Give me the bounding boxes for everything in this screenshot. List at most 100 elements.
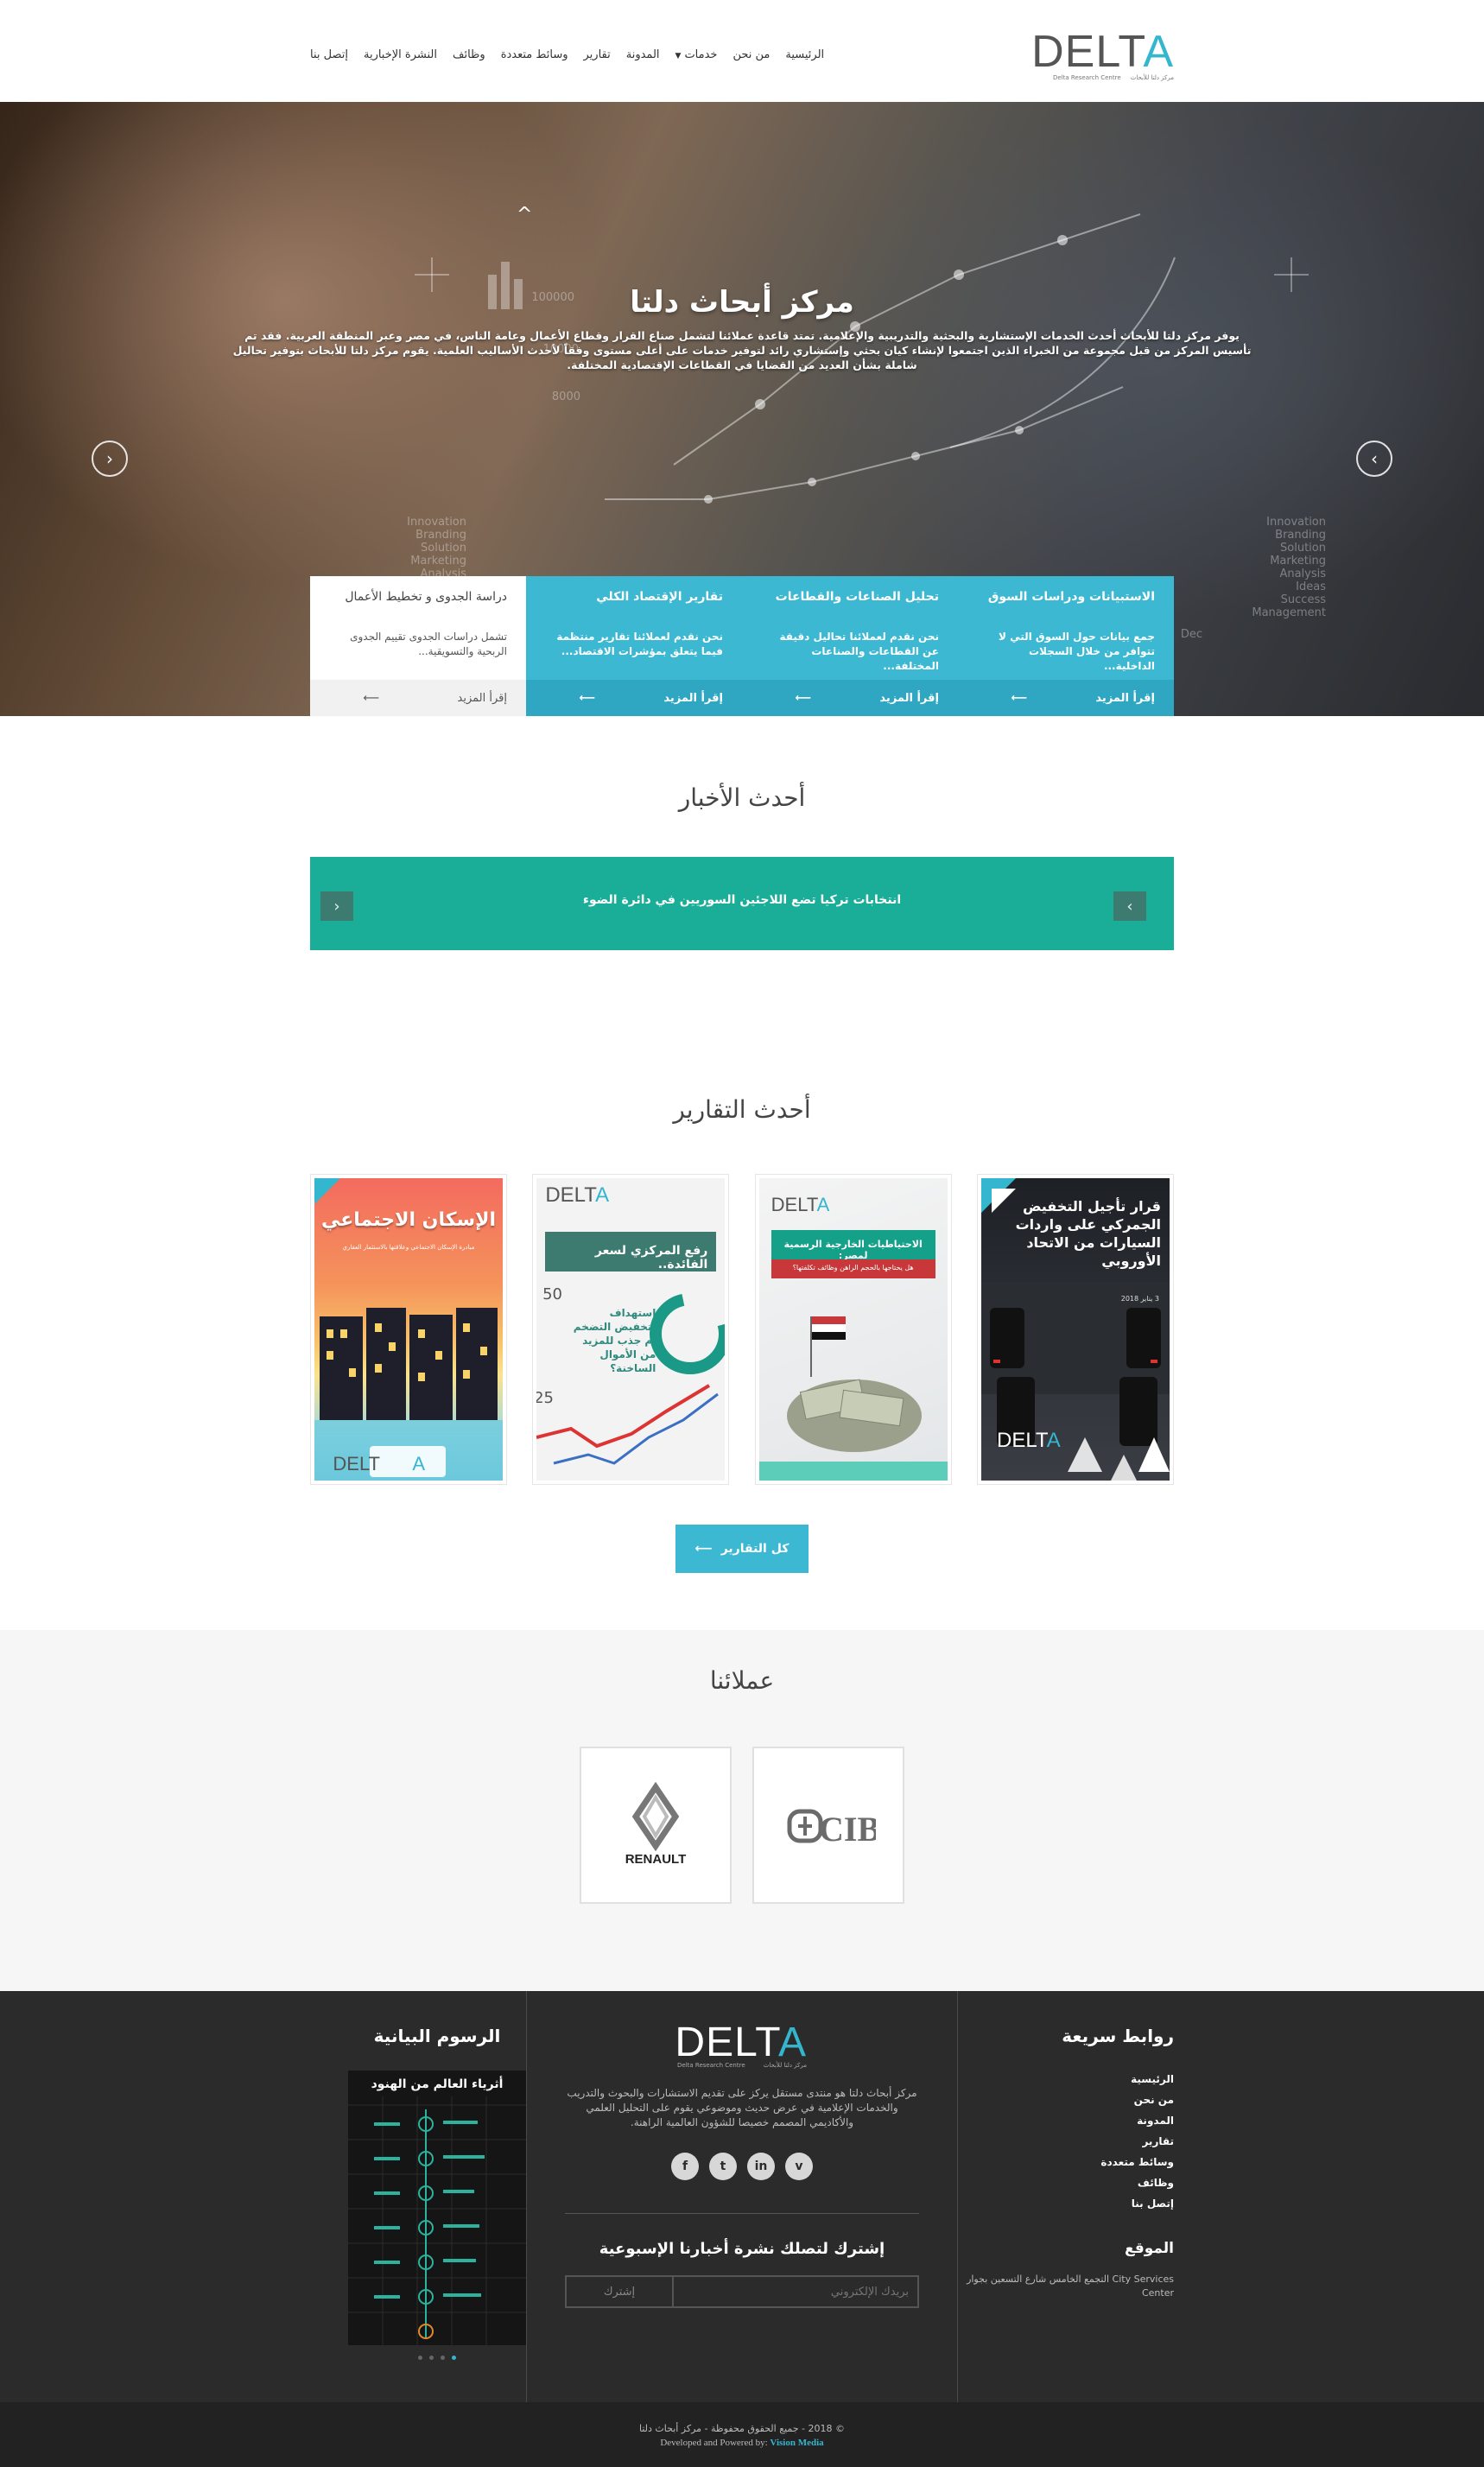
footer-about-text: مركز أبحاث دلتا هو منتدى مستقل يركز على … <box>567 2087 917 2128</box>
chevron-up-icon: ^ <box>517 204 533 225</box>
nav-reports[interactable]: تقارير <box>584 48 611 61</box>
arrow-left-icon: ⟵ <box>579 691 595 705</box>
news-headline[interactable]: انتخابات تركيا تضع اللاجئين السوريين في … <box>310 893 1174 907</box>
powered-by: Developed and Powered by: Vision Media <box>660 2438 824 2448</box>
renault-logo-icon: RENAULT <box>625 1782 687 1867</box>
chevron-down-icon: ▼ <box>675 52 682 60</box>
quick-link[interactable]: وظائف <box>958 2172 1174 2193</box>
nav-multimedia[interactable]: وسائط متعددة <box>501 48 568 61</box>
client-logo-cib[interactable]: CIB <box>752 1747 904 1904</box>
svg-text:Innovation: Innovation <box>1266 516 1326 529</box>
slider-prev-button[interactable]: ‹ <box>92 441 128 477</box>
read-more-button[interactable]: إقرأ المزيد ⟵ <box>310 680 526 716</box>
email-field[interactable] <box>672 2275 919 2308</box>
quick-links-list: الرئيسية من نحن المدونة تقارير وسائط متع… <box>958 2069 1174 2214</box>
vimeo-icon[interactable]: v <box>785 2153 813 2180</box>
svg-text:50: 50 <box>542 1285 562 1303</box>
logo-wordmark: DELTA <box>1031 27 1174 77</box>
svg-text:Success: Success <box>1281 593 1327 606</box>
svg-text:Innovation: Innovation <box>407 516 466 529</box>
newsletter-title: إشترك لتصلك نشرة أخبارنا الإسبوعية <box>599 2240 885 2258</box>
location-address: التجمع الخامس شارع التسعين بجوار City Se… <box>967 2274 1174 2299</box>
carousel-dot[interactable] <box>429 2356 434 2360</box>
svg-text:8000: 8000 <box>552 390 580 403</box>
carousel-dot[interactable] <box>452 2356 456 2360</box>
read-more-button[interactable]: إقرأ المزيد ⟵ <box>958 680 1174 716</box>
hero-slider: Innovation Branding Solution Marketing Anal… <box>0 102 1484 716</box>
subscribe-button[interactable]: إشترك <box>565 2275 672 2308</box>
nav-newsletter[interactable]: النشرة الإخبارية <box>364 48 437 61</box>
site-header: DELTA Delta Research Centre مركز دلتا لل… <box>0 0 1484 102</box>
quick-link[interactable]: وسائط متعددة <box>958 2152 1174 2172</box>
ticker-prev-button[interactable]: ‹ <box>320 891 353 921</box>
report-cover: DELTA رفع المركزي لسعر الفائدة.. استهداف… <box>536 1178 726 1481</box>
client-logo-renault[interactable]: RENAULT <box>580 1747 732 1904</box>
quick-link[interactable]: الرئيسية <box>958 2069 1174 2090</box>
twitter-icon[interactable]: t <box>709 2153 737 2180</box>
infographics-title: الرسوم البيانية <box>373 2026 501 2046</box>
read-more-button[interactable]: إقرأ المزيد ⟵ <box>526 680 742 716</box>
report-cover-graphic: DELT A <box>314 1178 504 1481</box>
quick-link[interactable]: من نحن <box>958 2090 1174 2110</box>
infographic-image[interactable]: أثرياء العالم من الهنود <box>348 2071 526 2345</box>
svg-text:Dec: Dec <box>1181 628 1202 641</box>
nav-contact[interactable]: إتصل بنا <box>310 48 348 61</box>
slider-next-button[interactable]: › <box>1356 441 1392 477</box>
report-cover-graphic <box>758 1316 948 1481</box>
quick-link[interactable]: إتصل بنا <box>958 2193 1174 2214</box>
read-more-button[interactable]: إقرأ المزيد ⟵ <box>742 680 958 716</box>
svg-text:Solution: Solution <box>421 542 466 555</box>
nav-home[interactable]: الرئيسية <box>785 48 824 61</box>
facebook-icon[interactable]: f <box>671 2153 699 2180</box>
report-date: 3 يناير 2018 <box>1120 1295 1159 1303</box>
carousel-dot[interactable] <box>441 2356 445 2360</box>
quick-links-column: روابط سريعة الرئيسية من نحن المدونة تقار… <box>958 1991 1174 2402</box>
about-column: DELTA Delta Research Centre مركز دلتا لل… <box>526 1991 958 2402</box>
arrow-left-icon: ⟵ <box>694 1542 713 1556</box>
reports-grid: قرار تأجيل التخفيض الجمركي على واردات ال… <box>310 1174 1174 1485</box>
nav-jobs[interactable]: وظائف <box>453 48 485 61</box>
report-cover: الإسكان الاجتماعي مبادرة الإسكان الاجتما… <box>314 1178 504 1481</box>
news-ticker: › انتخابات تركيا تضع اللاجئين السوريين ف… <box>310 857 1174 950</box>
quick-link[interactable]: تقارير <box>958 2131 1174 2152</box>
arrow-left-icon: ⟵ <box>795 691 811 705</box>
report-card[interactable]: قرار تأجيل التخفيض الجمركي على واردات ال… <box>977 1174 1174 1485</box>
arrow-left-icon: ⟵ <box>1011 691 1027 705</box>
client-name: RENAULT <box>625 1852 687 1867</box>
infographics-column: الرسوم البيانية أثرياء العالم من الهنود <box>310 1991 526 2402</box>
infographic-carousel-dots <box>348 2356 526 2360</box>
vendor-link[interactable]: Vision Media <box>770 2438 823 2448</box>
service-card-title: تقارير الإقتصاد الكلي <box>596 590 723 604</box>
report-title: قرار تأجيل التخفيض الجمركي على واردات ال… <box>1015 1198 1161 1269</box>
nav-services[interactable]: خدمات▼ <box>675 48 718 61</box>
report-card[interactable]: DELTA الاحتياطيات الخارجية الرسمية لمصر:… <box>754 1174 952 1485</box>
service-card-text: نحن نقدم لعملائنا تقارير منتظمة فيما يتع… <box>556 631 723 657</box>
service-card-title: الاستبيانات ودراسات السوق <box>987 590 1155 604</box>
service-card-text: جمع بيانات حول السوق التي لا تتوافر من خ… <box>998 631 1155 672</box>
site-logo[interactable]: DELTA Delta Research Centre مركز دلتا لل… <box>1031 27 1174 83</box>
main-nav: الرئيسية من نحن خدمات▼ المدونة تقارير وس… <box>310 48 824 61</box>
hero-title: مركز أبحاث دلتا <box>630 285 854 320</box>
clients-row: RENAULT CIB <box>0 1747 1484 1904</box>
svg-text:A: A <box>412 1453 425 1474</box>
report-card[interactable]: DELTA رفع المركزي لسعر الفائدة.. استهداف… <box>532 1174 730 1485</box>
report-cover: DELTA الاحتياطيات الخارجية الرسمية لمصر:… <box>758 1178 948 1481</box>
logo-subtitle: Delta Research Centre مركز دلتا للأبحاث <box>677 2062 807 2069</box>
nav-about[interactable]: من نحن <box>732 48 770 61</box>
svg-text:Solution: Solution <box>1280 542 1326 555</box>
clients-section-title: عملائنا <box>709 1666 775 1695</box>
quick-link[interactable]: المدونة <box>958 2110 1174 2131</box>
linkedin-icon[interactable]: in <box>747 2153 775 2180</box>
infographic-graphic <box>348 2096 526 2345</box>
all-reports-button[interactable]: كل التقارير ⟵ <box>675 1525 809 1573</box>
footer-logo[interactable]: DELTA Delta Research Centre مركز دلتا لل… <box>675 2022 807 2070</box>
service-card-text: تشمل دراسات الجدوى تقييم الجدوى الربحية … <box>350 631 507 657</box>
nav-blog[interactable]: المدونة <box>626 48 660 61</box>
service-card: الاستبيانات ودراسات السوق جمع بيانات حول… <box>958 576 1174 716</box>
service-cards: الاستبيانات ودراسات السوق جمع بيانات حول… <box>310 576 1174 716</box>
carousel-dot[interactable] <box>418 2356 422 2360</box>
report-card[interactable]: الإسكان الاجتماعي مبادرة الإسكان الاجتما… <box>310 1174 508 1485</box>
chevron-right-icon: › <box>1371 448 1378 469</box>
site-footer: روابط سريعة الرئيسية من نحن المدونة تقار… <box>0 1991 1484 2402</box>
svg-text:Branding: Branding <box>1275 529 1326 542</box>
